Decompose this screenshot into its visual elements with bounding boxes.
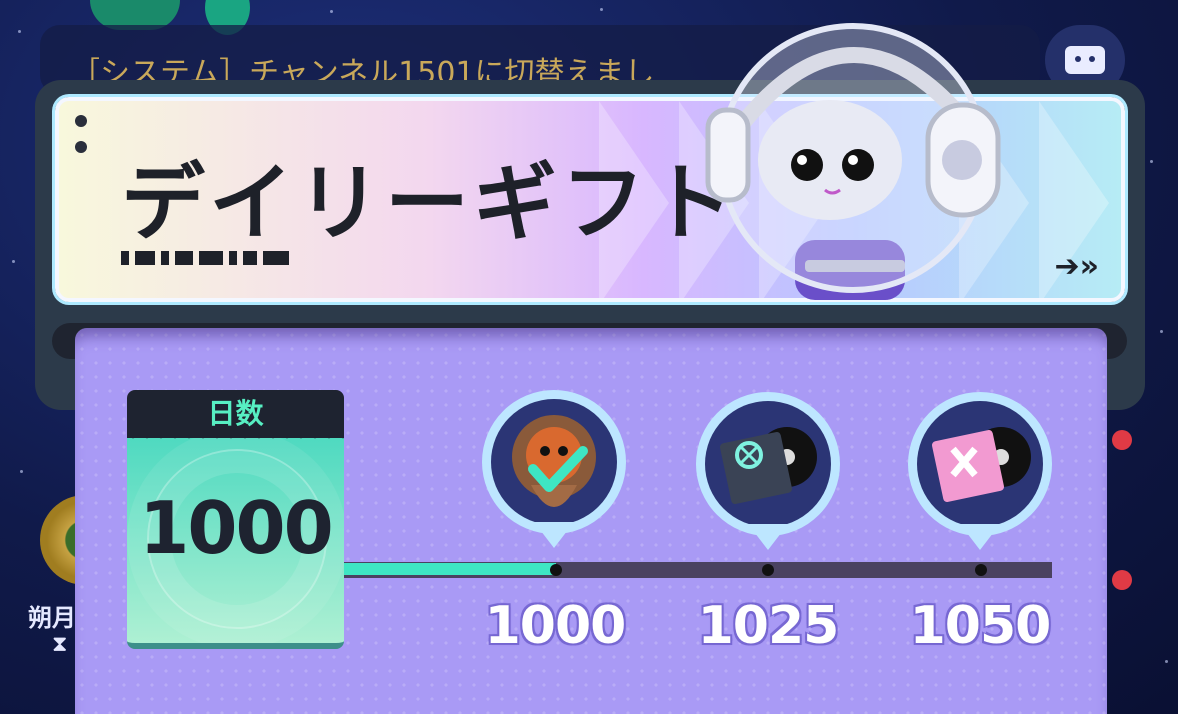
banner-dot xyxy=(75,141,87,153)
headphone-ear-left xyxy=(705,107,751,203)
double-arrow-right-icon[interactable]: ➔» xyxy=(1054,249,1099,284)
music-record-pack-pink-icon xyxy=(917,401,1043,527)
progress-fill xyxy=(344,563,556,575)
milestone-day-label: 1025 xyxy=(697,596,840,656)
mascot-character xyxy=(705,23,1001,300)
chat-bubble-icon xyxy=(1065,46,1105,74)
banner-title: デイリーギフト xyxy=(121,154,738,252)
milestone-node xyxy=(975,564,987,576)
milestone-reward-2[interactable] xyxy=(696,392,840,562)
hourglass-icon: ⧗ xyxy=(52,632,68,657)
milestone-reward-3[interactable] xyxy=(908,392,1052,562)
milestone-day-label: 1000 xyxy=(484,596,627,656)
milestone-node xyxy=(762,564,774,576)
notification-dot xyxy=(1112,570,1132,590)
mascot-face xyxy=(758,100,902,220)
barcode-decoration xyxy=(121,251,289,265)
music-record-pack-icon xyxy=(705,401,831,527)
milestone-reward-1[interactable] xyxy=(482,390,626,560)
banner-dot xyxy=(75,115,87,127)
notification-dot xyxy=(1112,430,1132,450)
side-event-label: 朔月 xyxy=(28,604,76,632)
milestone-day-label: 1050 xyxy=(909,596,1052,656)
days-value: 1000 xyxy=(139,486,333,570)
character-bust-icon xyxy=(491,399,617,525)
days-card: 日数 1000 xyxy=(127,390,344,655)
milestone-node xyxy=(550,564,562,576)
